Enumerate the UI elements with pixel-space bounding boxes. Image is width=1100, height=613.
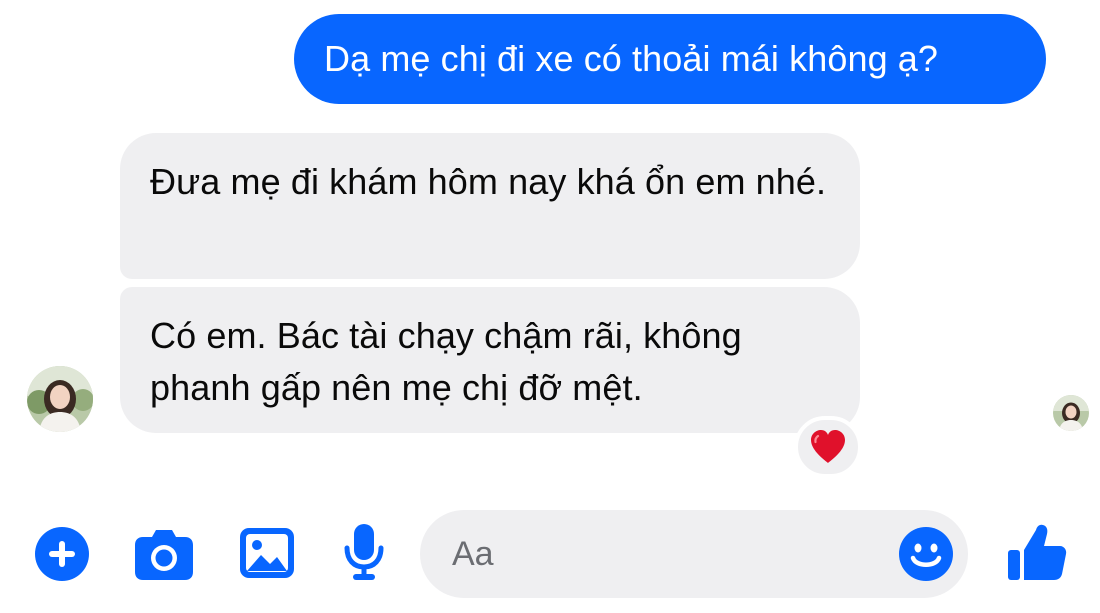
contact-avatar[interactable] <box>27 366 93 432</box>
seen-receipt-avatar <box>1053 395 1089 431</box>
camera-icon[interactable] <box>133 527 195 581</box>
message-input[interactable] <box>452 510 892 598</box>
smiley-icon[interactable] <box>898 526 954 582</box>
heart-icon <box>811 430 845 463</box>
messenger-chat-window: Dạ mẹ chị đi xe có thoải mái không ạ? Đư… <box>0 0 1100 613</box>
thumbs-up-icon[interactable] <box>1006 522 1068 582</box>
seen-avatar-photo <box>1053 395 1089 431</box>
avatar-photo <box>27 366 93 432</box>
incoming-message-bubble[interactable]: Đưa mẹ đi khám hôm nay khá ổn em nhé. <box>120 133 860 279</box>
outgoing-message-bubble[interactable]: Dạ mẹ chị đi xe có thoải mái không ạ? <box>294 14 1046 104</box>
microphone-icon[interactable] <box>343 522 385 582</box>
message-composer[interactable] <box>420 510 968 598</box>
message-reaction-badge[interactable] <box>794 416 862 478</box>
incoming-message-bubble[interactable]: Có em. Bác tài chạy chậm rãi, không phan… <box>120 287 860 433</box>
image-icon[interactable] <box>238 526 296 580</box>
plus-circle-icon[interactable] <box>34 526 90 582</box>
